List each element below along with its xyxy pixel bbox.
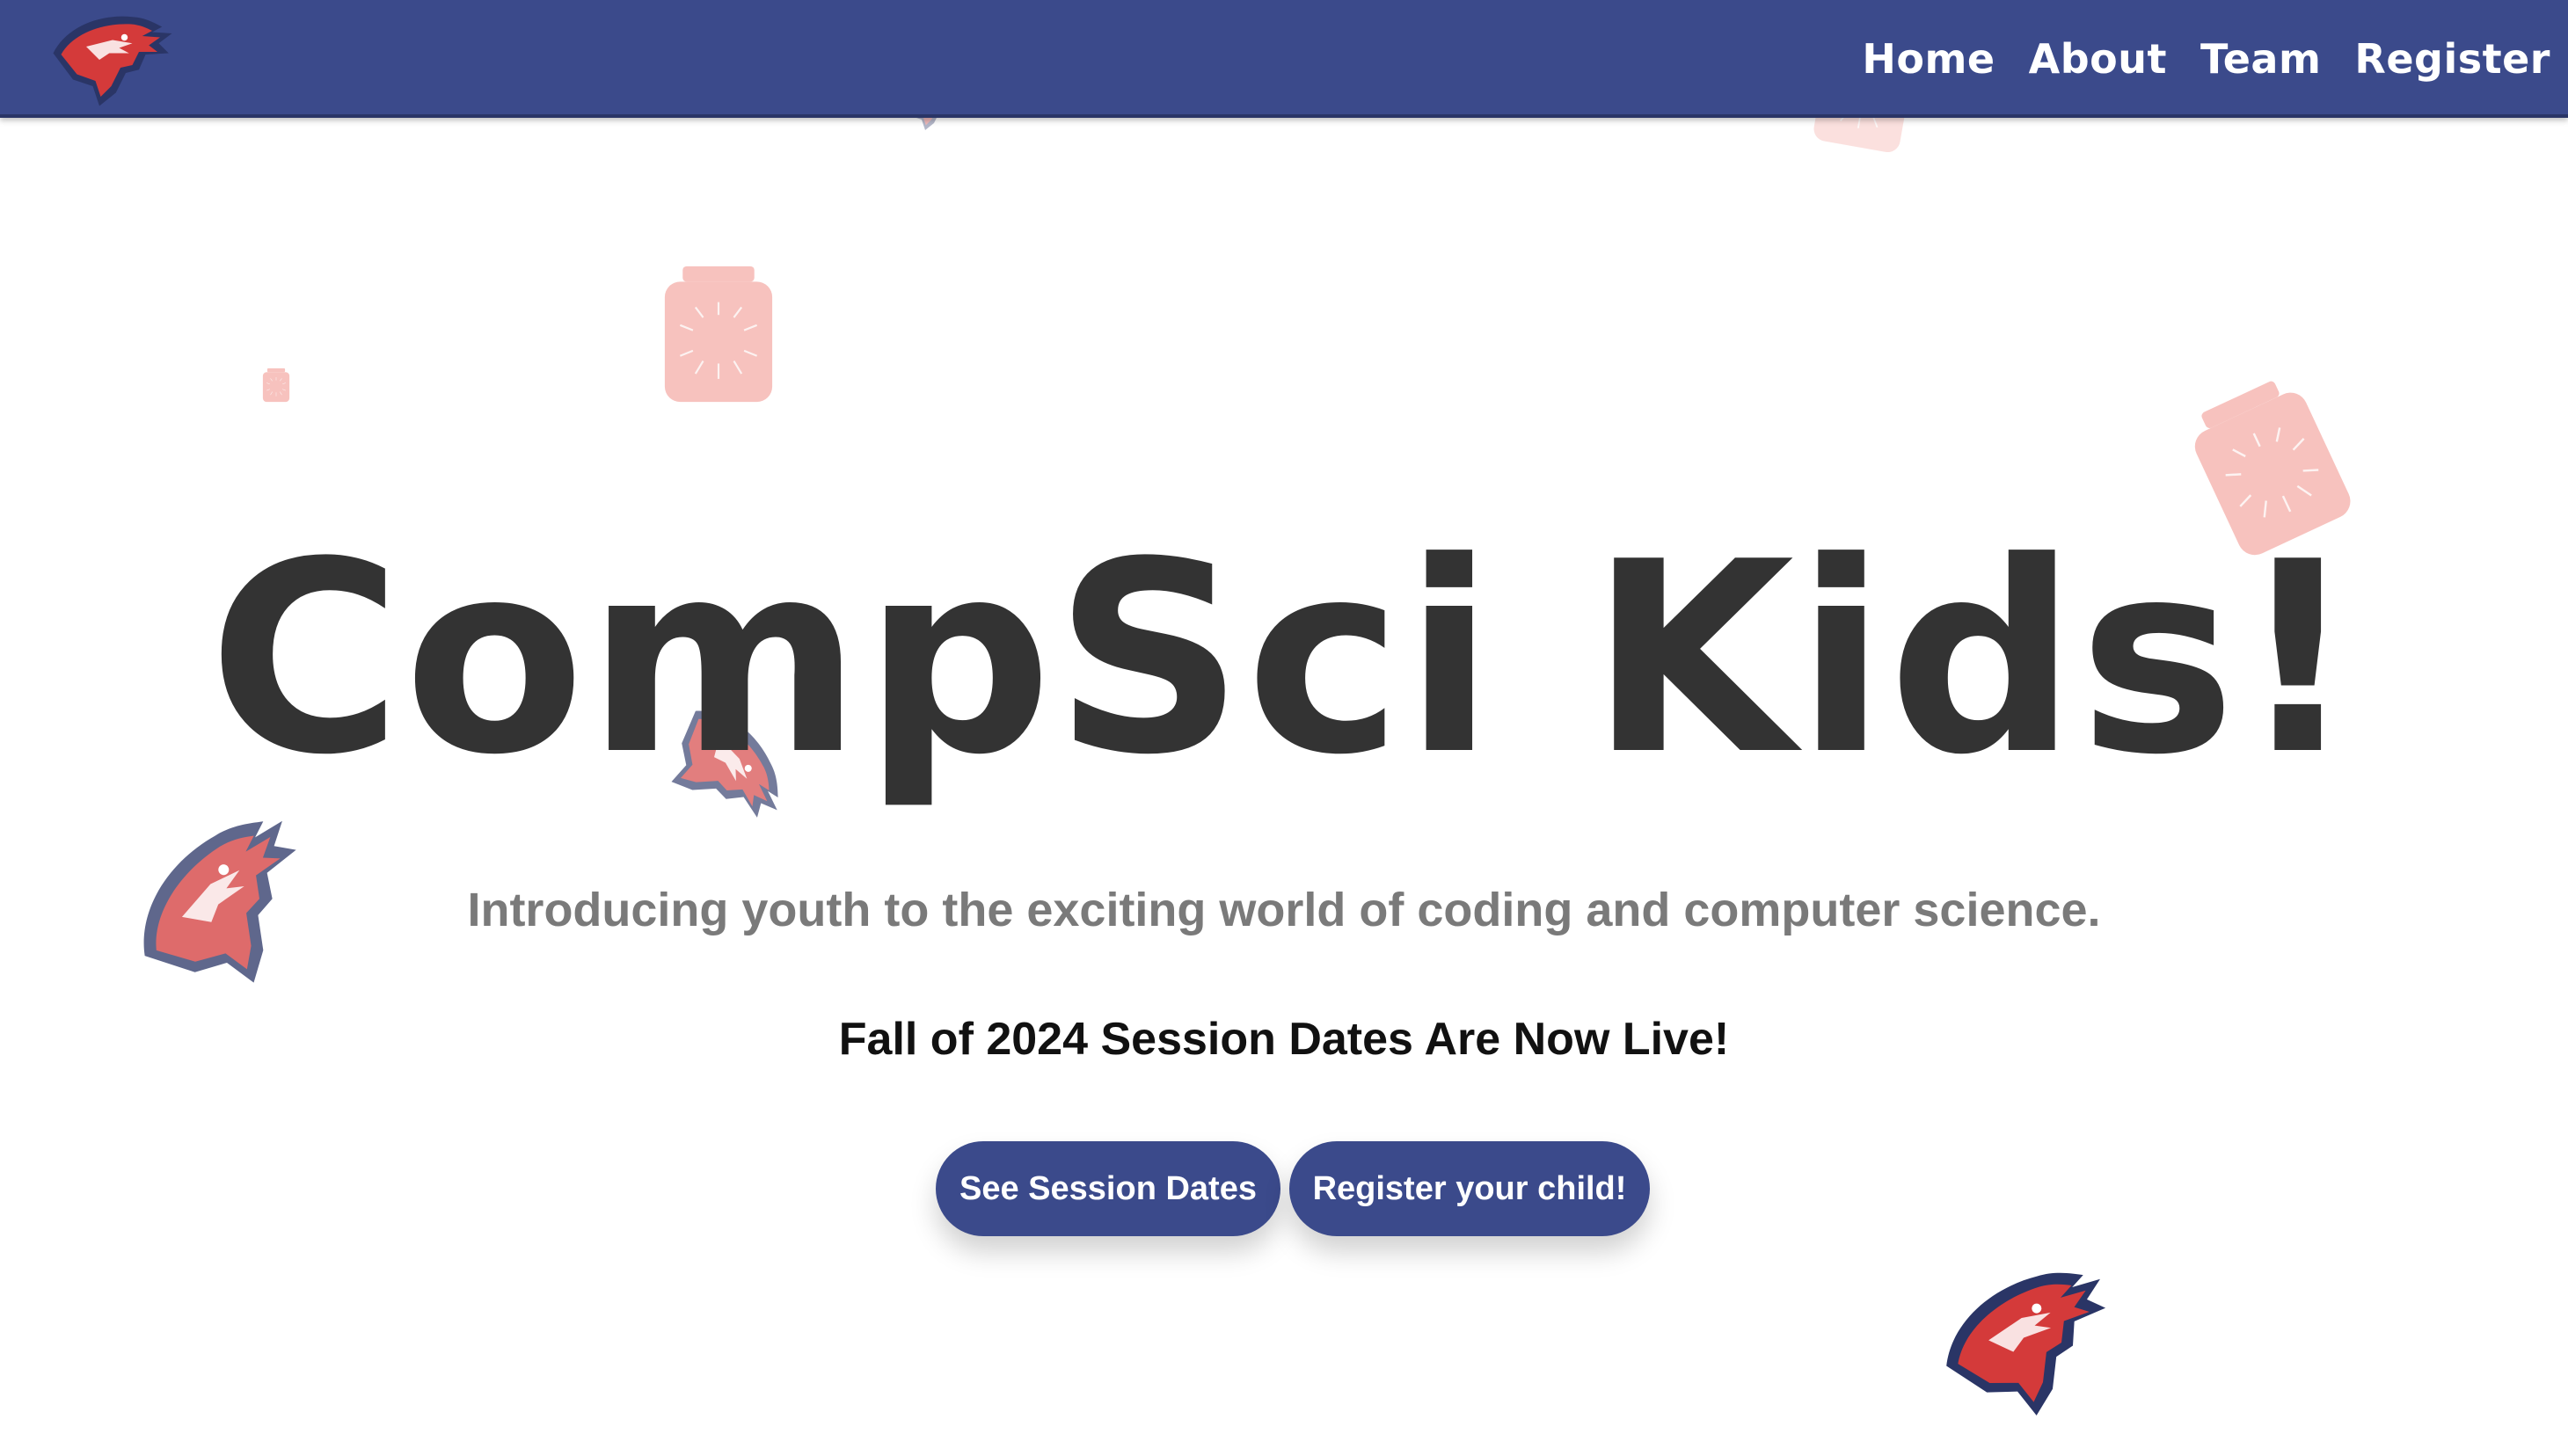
floating-jar-icon (653, 264, 784, 404)
session-announcement: Fall of 2024 Session Dates Are Now Live! (838, 1014, 1730, 1065)
hero-title: CompSci Kids! (208, 506, 2360, 812)
register-child-button[interactable]: Register your child! (1289, 1141, 1650, 1236)
nav-link-team[interactable]: Team (2200, 35, 2321, 83)
floating-jar-icon (260, 368, 292, 403)
top-navbar: Home About Team Register (0, 0, 2568, 118)
nav-link-register[interactable]: Register (2354, 35, 2550, 83)
see-session-dates-button[interactable]: See Session Dates (936, 1141, 1280, 1236)
nav-links: Home About Team Register (1862, 0, 2550, 118)
nav-link-home[interactable]: Home (1862, 35, 1995, 83)
nav-link-about[interactable]: About (2029, 35, 2167, 83)
floating-mascot-icon (1910, 1229, 2152, 1456)
wildcat-logo-icon[interactable] (16, 7, 209, 113)
hero-subtitle: Introducing youth to the exciting world … (467, 884, 2101, 936)
hero-button-row: See Session Dates Register your child! (936, 1141, 1650, 1236)
